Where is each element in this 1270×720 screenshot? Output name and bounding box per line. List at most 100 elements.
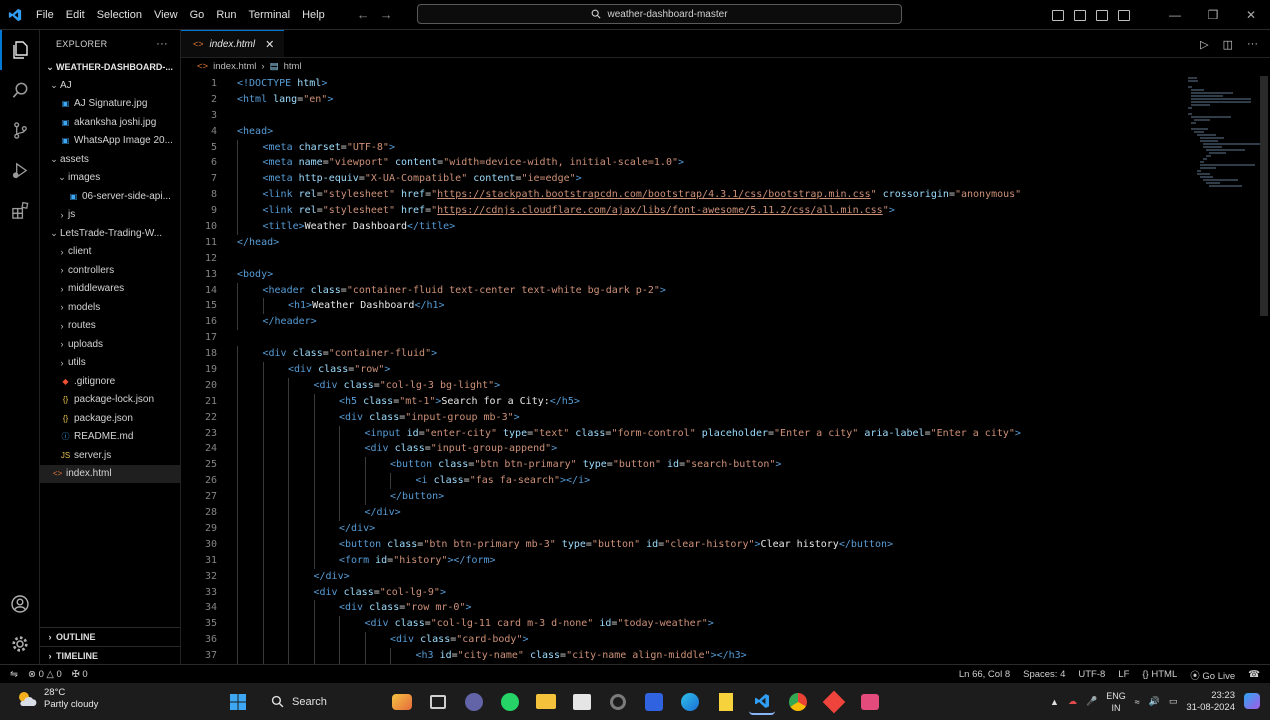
snipping-tool-icon[interactable] <box>857 689 883 715</box>
problems-indicator[interactable]: ⊗ 0 △ 0 <box>28 669 62 680</box>
indentation[interactable]: Spaces: 4 <box>1023 669 1065 680</box>
file-item[interactable]: ▣ akanksha joshi.jpg <box>40 113 180 132</box>
copilot-icon[interactable] <box>1244 692 1260 711</box>
code-line[interactable]: 13 <body> <box>181 267 1241 283</box>
code-line[interactable]: 21 <h5 class="mt-1">Search for a City:</h… <box>181 393 1241 410</box>
folder-item[interactable]: ⌄ LetsTrade-Trading-W... <box>40 224 180 243</box>
menu-file[interactable]: File <box>30 0 60 30</box>
code-line[interactable]: 37 <h3 id="city-name" class="city-name al… <box>181 648 1241 664</box>
file-item[interactable]: ⓘ README.md <box>40 428 180 447</box>
code-line[interactable]: 34 <div class="row mr-0"> <box>181 600 1241 617</box>
file-item[interactable]: ▣ WhatsApp Image 20... <box>40 132 180 151</box>
code-line[interactable]: 19 <div class="row"> <box>181 362 1241 378</box>
menu-edit[interactable]: Edit <box>60 0 91 30</box>
search-icon[interactable] <box>0 70 40 110</box>
folder-item[interactable]: › utils <box>40 354 180 373</box>
run-icon[interactable]: ▷ <box>1200 38 1208 51</box>
vscode-taskbar-icon[interactable] <box>749 689 775 715</box>
weather-widget[interactable]: 28°C Partly cloudy <box>16 687 98 711</box>
code-line[interactable]: 23 <input id="enter-city" type="text" cla… <box>181 425 1241 442</box>
tab-index-html[interactable]: <> index.html ✕ <box>181 30 285 57</box>
code-line[interactable]: 17 <box>181 330 1241 346</box>
breadcrumb-file[interactable]: index.html <box>213 61 256 72</box>
code-line[interactable]: 5 <meta charset="UTF-8"> <box>181 139 1241 156</box>
folder-item[interactable]: › client <box>40 243 180 262</box>
code-line[interactable]: 1 <!DOCTYPE html> <box>181 76 1241 92</box>
file-item[interactable]: ◆ .gitignore <box>40 372 180 391</box>
code-line[interactable]: 4 <head> <box>181 124 1241 140</box>
folder-item[interactable]: › controllers <box>40 261 180 280</box>
run-debug-icon[interactable] <box>0 150 40 190</box>
menu-go[interactable]: Go <box>184 0 211 30</box>
store-icon[interactable] <box>569 689 595 715</box>
language-mode[interactable]: {} HTML <box>1142 669 1177 680</box>
menu-help[interactable]: Help <box>296 0 331 30</box>
anydesk-icon[interactable] <box>821 689 847 715</box>
onedrive-icon[interactable]: ☁ <box>1068 696 1077 707</box>
forward-arrow-icon[interactable]: → <box>380 7 393 22</box>
microphone-icon[interactable]: 🎤 <box>1086 696 1097 707</box>
windows-start-icon[interactable] <box>225 689 251 715</box>
clock[interactable]: 23:23 31-08-2024 <box>1186 690 1235 714</box>
menu-run[interactable]: Run <box>210 0 242 30</box>
code-line[interactable]: 8 <link rel="stylesheet" href="https://st… <box>181 187 1241 204</box>
task-view-icon[interactable] <box>425 689 451 715</box>
visual-studio-icon[interactable] <box>641 689 667 715</box>
file-item[interactable]: ▣ 06-server-side-api... <box>40 187 180 206</box>
go-live-button[interactable]: ⦿ Go Live <box>1190 668 1235 682</box>
restore-icon[interactable]: ❐ <box>1194 0 1232 30</box>
source-control-icon[interactable] <box>0 110 40 150</box>
account-icon[interactable] <box>0 584 40 624</box>
timeline-section[interactable]: › TIMELINE <box>40 646 180 664</box>
code-line[interactable]: 28 </div> <box>181 505 1241 521</box>
code-line[interactable]: 3 <box>181 108 1241 124</box>
end-of-line[interactable]: LF <box>1118 669 1129 680</box>
explorer-more-icon[interactable]: ··· <box>156 38 168 50</box>
chrome-icon[interactable] <box>785 689 811 715</box>
file-item[interactable]: <> index.html <box>40 464 180 483</box>
input-language[interactable]: ENG IN <box>1106 690 1126 714</box>
extensions-icon[interactable] <box>0 190 40 230</box>
code-line[interactable]: 35 <div class="col-lg-11 card m-3 d-none"… <box>181 616 1241 633</box>
back-arrow-icon[interactable]: ← <box>357 7 370 22</box>
folder-item[interactable]: ⌄ images <box>40 169 180 188</box>
whatsapp-icon[interactable] <box>497 689 523 715</box>
notes-icon[interactable] <box>713 689 739 715</box>
minimap[interactable] <box>1188 76 1263 187</box>
menu-view[interactable]: View <box>148 0 184 30</box>
volume-icon[interactable]: 🔊 <box>1149 696 1160 707</box>
code-line[interactable]: 7 <meta http-equiv="X-UA-Compatible" cont… <box>181 171 1241 188</box>
code-line[interactable]: 9 <link rel="stylesheet" href="https://cd… <box>181 203 1241 220</box>
code-line[interactable]: 16 </header> <box>181 314 1241 331</box>
widgets-icon[interactable] <box>389 689 415 715</box>
split-editor-icon[interactable]: ◫ <box>1223 38 1233 51</box>
code-line[interactable]: 33 <div class="col-lg-9"> <box>181 584 1241 601</box>
more-actions-icon[interactable]: ··· <box>1247 38 1258 50</box>
code-line[interactable]: 20 <div class="col-lg-3 bg-light"> <box>181 377 1241 394</box>
file-explorer-icon[interactable] <box>533 689 559 715</box>
folder-item[interactable]: ⌄ AJ <box>40 76 180 95</box>
code-line[interactable]: 32 </div> <box>181 568 1241 585</box>
code-line[interactable]: 10 <title>Weather Dashboard</title> <box>181 219 1241 235</box>
code-line[interactable]: 12 <box>181 251 1241 267</box>
menu-terminal[interactable]: Terminal <box>243 0 297 30</box>
code-line[interactable]: 24 <div class="input-group-append"> <box>181 441 1241 458</box>
remote-indicator-icon[interactable]: ⇋ <box>0 669 28 680</box>
file-item[interactable]: {} package.json <box>40 409 180 428</box>
folder-item[interactable]: ⌄ assets <box>40 150 180 169</box>
code-line[interactable]: 29 </div> <box>181 520 1241 537</box>
settings-app-icon[interactable] <box>605 689 631 715</box>
code-line[interactable]: 22 <div class="input-group mb-3"> <box>181 409 1241 426</box>
code-line[interactable]: 6 <meta name="viewport" content="width=de… <box>181 155 1241 172</box>
close-tab-icon[interactable]: ✕ <box>265 38 274 51</box>
folder-item[interactable]: › middlewares <box>40 280 180 299</box>
outline-section[interactable]: › OUTLINE <box>40 627 180 646</box>
file-item[interactable]: {} package-lock.json <box>40 391 180 410</box>
code-line[interactable]: 36 <div class="card-body"> <box>181 632 1241 649</box>
folder-item[interactable]: › routes <box>40 317 180 336</box>
close-window-icon[interactable]: ✕ <box>1232 0 1270 30</box>
folder-item[interactable]: › models <box>40 298 180 317</box>
menu-selection[interactable]: Selection <box>91 0 148 30</box>
edge-icon[interactable] <box>677 689 703 715</box>
breadcrumb-element[interactable]: html <box>284 61 302 72</box>
